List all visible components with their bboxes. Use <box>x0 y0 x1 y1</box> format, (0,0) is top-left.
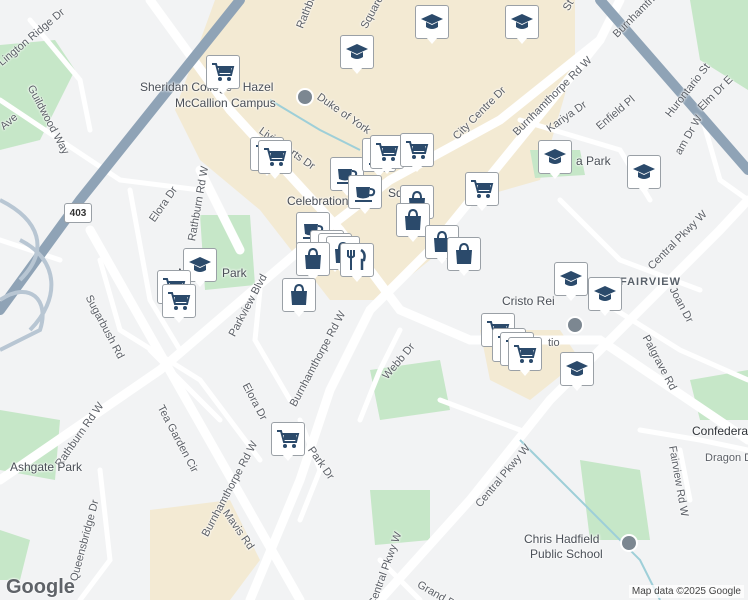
cart-icon <box>162 284 196 318</box>
school-marker[interactable] <box>505 5 539 45</box>
cafe-marker[interactable] <box>348 175 382 215</box>
cart-icon <box>465 172 499 206</box>
bag-icon <box>282 278 316 312</box>
university-poi-icon[interactable] <box>296 88 314 106</box>
poi-label: Chris Hadfield <box>524 532 600 546</box>
bag-icon <box>296 242 330 276</box>
street-label: tio <box>548 337 560 349</box>
poi-label: Park <box>222 266 247 280</box>
street-label: Dragon Dr <box>705 452 748 464</box>
cart-marker[interactable] <box>508 337 542 377</box>
school-icon <box>560 352 594 386</box>
area-label: FAIRVIEW <box>620 276 681 288</box>
poi-label: Cristo Rei <box>502 294 555 308</box>
poi-label: McCallion Campus <box>175 96 276 110</box>
cart-icon <box>400 133 434 167</box>
cart-icon <box>258 140 292 174</box>
cart-marker[interactable] <box>400 133 434 173</box>
street-label: Confedera <box>692 424 748 438</box>
google-logo: Google <box>6 576 75 598</box>
church-poi-icon[interactable] <box>566 316 584 334</box>
cart-icon <box>508 337 542 371</box>
food-icon <box>340 243 374 277</box>
school-icon <box>554 262 588 296</box>
highway-shield: 403 <box>64 203 92 223</box>
cart-icon <box>206 55 240 89</box>
poi-label: a Park <box>576 154 611 168</box>
school-icon <box>627 155 661 189</box>
cart-marker[interactable] <box>162 284 196 324</box>
school-poi-icon[interactable] <box>620 534 638 552</box>
school-marker[interactable] <box>560 352 594 392</box>
map-canvas[interactable]: Rathburn Square One Burnhamthorpe Rd W H… <box>0 0 748 600</box>
school-icon <box>340 35 374 69</box>
cart-marker[interactable] <box>271 422 305 462</box>
school-marker[interactable] <box>538 140 572 180</box>
bag-marker[interactable] <box>296 242 330 282</box>
school-marker[interactable] <box>627 155 661 195</box>
cart-icon <box>271 422 305 456</box>
cart-marker[interactable] <box>370 135 404 175</box>
school-icon <box>588 277 622 311</box>
school-icon <box>538 140 572 174</box>
school-marker[interactable] <box>415 5 449 45</box>
school-marker[interactable] <box>554 262 588 302</box>
bag-icon <box>447 237 481 271</box>
bag-marker[interactable] <box>447 237 481 277</box>
cart-marker[interactable] <box>258 140 292 180</box>
school-icon <box>505 5 539 39</box>
map-attribution: Map data ©2025 Google <box>628 585 744 598</box>
school-icon <box>415 5 449 39</box>
poi-label: Ashgate Park <box>10 460 83 474</box>
map-base-layer <box>0 0 748 600</box>
school-marker[interactable] <box>340 35 374 75</box>
cafe-icon <box>348 175 382 209</box>
cart-marker[interactable] <box>465 172 499 212</box>
poi-label: Public School <box>530 547 603 561</box>
cart-icon <box>370 135 404 169</box>
school-marker[interactable] <box>588 277 622 317</box>
bag-marker[interactable] <box>282 278 316 318</box>
cart-marker[interactable] <box>206 55 240 95</box>
food-marker[interactable] <box>340 243 374 283</box>
